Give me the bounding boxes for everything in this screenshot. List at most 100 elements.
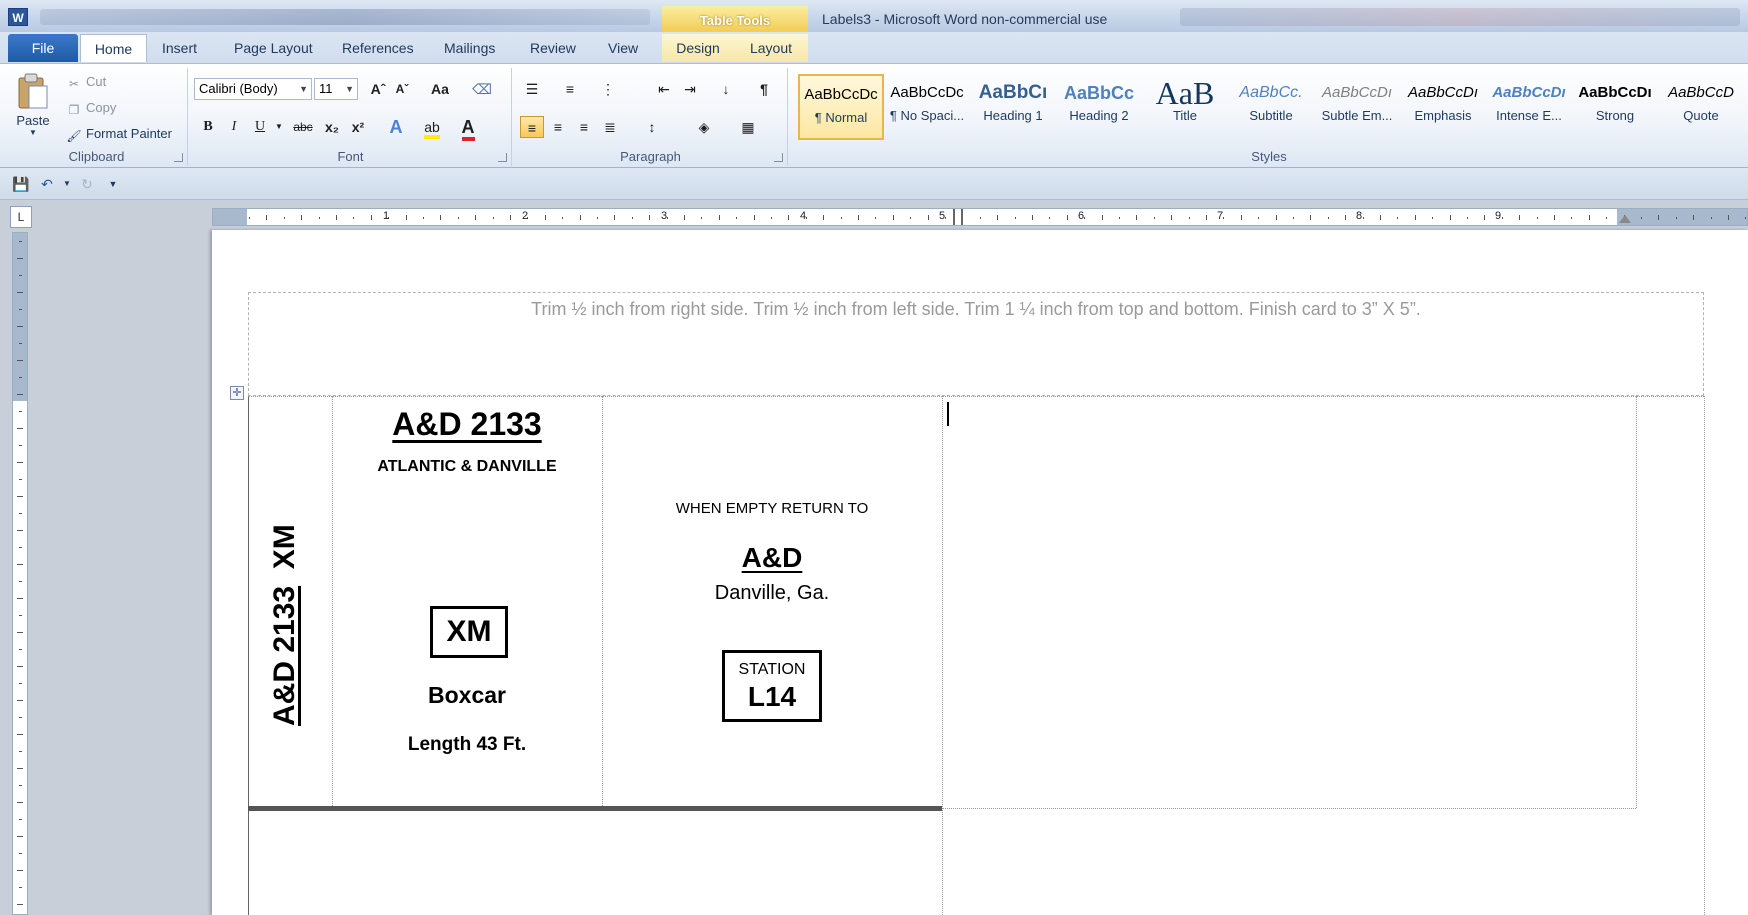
font-size-combo[interactable]: 11 ▼ [314, 78, 358, 100]
vertical-ruler[interactable] [12, 232, 28, 915]
copy-button[interactable]: ❐ Copy [66, 100, 117, 117]
highlight-color-icon[interactable]: ab [420, 116, 444, 139]
trim-instructions[interactable]: Trim ½ inch from right side. Trim ½ inch… [249, 299, 1703, 320]
subscript-button[interactable]: x₂ [320, 116, 344, 138]
bold-button[interactable]: B [196, 116, 220, 138]
ruler-tick [1136, 215, 1138, 220]
align-center-icon[interactable]: ≡ [546, 116, 570, 138]
paste-label: Paste [16, 113, 50, 128]
station-box[interactable]: STATION L14 [722, 650, 822, 722]
paragraph-dialog-launcher[interactable] [774, 153, 783, 162]
redo-icon[interactable]: ↻ [78, 175, 96, 193]
style-quote[interactable]: AaBbCcD Quote [1658, 74, 1744, 140]
clear-formatting-icon[interactable]: ⌫ [470, 78, 494, 100]
tab-insert[interactable]: Insert [150, 34, 209, 62]
tab-page-layout[interactable]: Page Layout [222, 34, 325, 62]
ruler-tick [17, 802, 23, 803]
paste-button[interactable]: Paste ▼ [12, 72, 54, 148]
underline-dropdown-icon[interactable]: ▼ [272, 116, 286, 138]
multilevel-list-icon[interactable]: ⋮ [596, 78, 620, 100]
ruler-tick [858, 215, 859, 220]
text-effects-icon[interactable]: A [384, 116, 408, 138]
table-move-handle-icon[interactable]: ✛ [230, 386, 244, 400]
style-normal[interactable]: AaBbCcDc ¶ Normal [798, 74, 884, 140]
ruler-tick [510, 215, 511, 220]
paste-dropdown-arrow[interactable]: ▼ [12, 128, 54, 137]
increase-indent-icon[interactable]: ⇥ [678, 78, 702, 100]
grow-font-button[interactable]: Aˆ [366, 78, 390, 100]
undo-dropdown-icon[interactable]: ▼ [58, 175, 76, 193]
superscript-button[interactable]: x² [346, 116, 370, 138]
show-formatting-button[interactable]: ¶ [752, 78, 776, 100]
tab-design[interactable]: Design [662, 34, 734, 62]
style-title[interactable]: AaB Title [1142, 74, 1228, 140]
align-left-icon[interactable]: ≡ [520, 116, 544, 138]
shrink-font-button[interactable]: Aˇ [390, 78, 414, 100]
tab-review[interactable]: Review [518, 34, 588, 62]
font-name-combo[interactable]: Calibri (Body) ▼ [194, 78, 312, 100]
shading-icon[interactable]: ◈ [692, 116, 716, 138]
undo-icon[interactable]: ↶ [38, 175, 56, 193]
style-subtle-emphasis[interactable]: AaBbCcDı Subtle Em... [1314, 74, 1400, 140]
style-subtitle[interactable]: AaBbCc. Subtitle [1228, 74, 1314, 140]
ruler-tick [457, 217, 459, 219]
justify-icon[interactable]: ≣ [598, 116, 622, 138]
type-code-box[interactable]: XM [430, 606, 508, 658]
car-type[interactable]: Boxcar [332, 682, 602, 709]
tab-mailings[interactable]: Mailings [432, 34, 507, 62]
ruler-tick [19, 479, 22, 480]
clipboard-dialog-launcher[interactable] [174, 153, 183, 162]
numbering-icon[interactable]: ≡ [558, 78, 582, 100]
align-right-icon[interactable]: ≡ [572, 116, 596, 138]
font-dialog-launcher[interactable] [498, 153, 507, 162]
sort-icon[interactable]: ↓ [714, 78, 738, 100]
strikethrough-button[interactable]: abc [288, 116, 318, 138]
label-bottom-border [248, 806, 942, 811]
tab-file[interactable]: File [8, 34, 78, 62]
tab-view[interactable]: View [596, 34, 650, 62]
style-emphasis[interactable]: AaBbCcDı Emphasis [1400, 74, 1486, 140]
style-sample: AaBbCcDı [1321, 84, 1393, 101]
ruler-tick [1327, 217, 1329, 219]
word-app-icon[interactable]: W [8, 8, 28, 26]
return-city[interactable]: Danville, Ga. [602, 582, 942, 605]
ruler-tick [19, 513, 22, 514]
underline-button[interactable]: U [248, 116, 272, 138]
tab-layout[interactable]: Layout [734, 34, 808, 62]
tab-references[interactable]: References [330, 34, 426, 62]
customize-qat-icon[interactable]: ▼ [104, 175, 122, 193]
italic-button[interactable]: I [222, 116, 246, 138]
change-case-button[interactable]: Aa [424, 78, 456, 100]
cut-button[interactable]: ✂ Cut [66, 74, 106, 91]
return-instruction[interactable]: WHEN EMPTY RETURN TO [602, 500, 942, 517]
column-marker-icon[interactable] [953, 209, 963, 225]
format-painter-button[interactable]: 🖌 Format Painter [66, 126, 172, 143]
page[interactable]: Trim ½ inch from right side. Trim ½ inch… [212, 230, 1748, 915]
save-icon[interactable]: 💾 [12, 175, 30, 193]
style-intense-emphasis[interactable]: AaBbCcDı Intense E... [1486, 74, 1572, 140]
style-heading-2[interactable]: AaBbCc Heading 2 [1056, 74, 1142, 140]
line-spacing-icon[interactable]: ↕ [640, 116, 664, 138]
tab-selector-button[interactable]: L [10, 206, 32, 228]
car-number[interactable]: A&D 2133 [332, 406, 602, 443]
tab-home[interactable]: Home [80, 34, 147, 62]
style-strong[interactable]: AaBbCcDı Strong [1572, 74, 1658, 140]
horizontal-ruler[interactable]: 1 2 3 4 5 6 7 8 9 [212, 208, 1748, 226]
ruler-tick [997, 215, 999, 220]
label-table[interactable]: A&D 2133 XM A&D 2133 ATLANTIC & DANVILLE… [248, 396, 1705, 915]
style-heading-1[interactable]: AaBbCı Heading 1 [970, 74, 1056, 140]
style-no-spacing[interactable]: AaBbCcDc ¶ No Spaci... [884, 74, 970, 140]
ruler-tick [17, 564, 23, 565]
right-indent-marker-icon[interactable] [1619, 215, 1631, 223]
side-reporting-marks[interactable]: A&D 2133 XM [268, 466, 302, 726]
decrease-indent-icon[interactable]: ⇤ [652, 78, 676, 100]
document-area[interactable]: Trim ½ inch from right side. Trim ½ inch… [32, 230, 1748, 915]
return-railroad[interactable]: A&D [602, 542, 942, 574]
style-sample: AaBbCcD [1668, 84, 1734, 101]
car-length[interactable]: Length 43 Ft. [332, 734, 602, 756]
borders-icon[interactable]: ▦ [736, 116, 760, 138]
railroad-name[interactable]: ATLANTIC & DANVILLE [332, 458, 602, 476]
ruler-tick [788, 215, 790, 220]
font-color-icon[interactable]: A [456, 116, 480, 141]
bullets-icon[interactable]: ☰ [520, 78, 544, 100]
